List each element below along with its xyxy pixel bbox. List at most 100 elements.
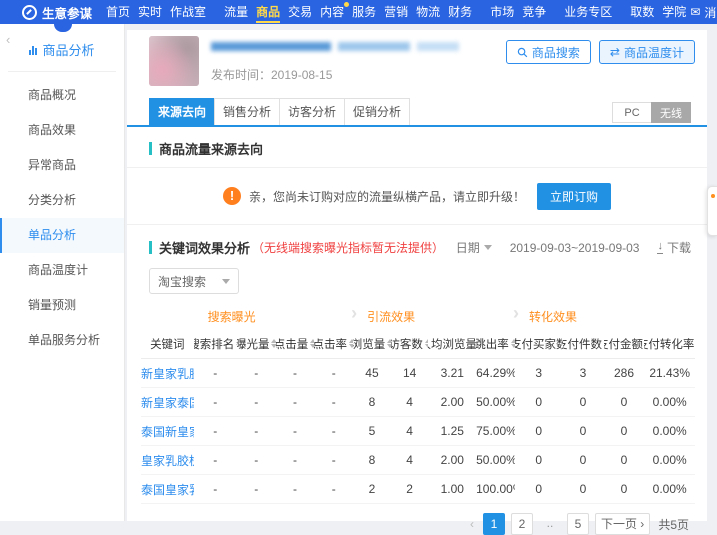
cell-paid-items: 0 — [579, 453, 587, 467]
product-thermometer-button[interactable]: ⇄ 商品温度计 — [598, 40, 695, 64]
nav-item-label: 服务 — [352, 5, 377, 19]
page-button[interactable]: 2 — [510, 513, 533, 535]
order-now-button[interactable]: 立即订购 — [537, 182, 612, 210]
keyword-link[interactable]: 皇家乳胶枕 — [141, 452, 194, 469]
sidebar-item[interactable]: 单品服务分析 — [0, 323, 124, 358]
section-marker — [149, 241, 152, 254]
message-button[interactable]: ✉ 消息 — [690, 4, 717, 21]
nav-item-label: 市场 — [490, 5, 515, 19]
keyword-link[interactable]: 新皇家泰国乳 — [141, 394, 194, 411]
cell-search-rank: - — [213, 482, 218, 496]
column-header[interactable]: 点击率 — [314, 336, 354, 352]
column-header[interactable]: 曝光量 — [237, 336, 276, 352]
nav-item[interactable]: 财务 — [444, 0, 476, 24]
cell-paid-items: 0 — [579, 424, 587, 438]
column-header-label: 人均浏览量 — [428, 338, 477, 351]
tab-label: 来源去向 — [157, 105, 206, 119]
nav-item[interactable]: 作战室 — [166, 0, 210, 24]
cell-pageviews: 8 — [368, 395, 376, 409]
column-header[interactable]: 支付金额 — [604, 336, 645, 352]
analysis-tab[interactable]: 销售分析 — [214, 98, 280, 125]
keyword-section-title: 关键词效果分析 — [159, 241, 251, 256]
analysis-tab[interactable]: 访客分析 — [279, 98, 345, 125]
nav-item[interactable]: 流量 — [220, 0, 252, 24]
sidebar-item[interactable]: 单品分析 — [0, 218, 124, 253]
page-button[interactable]: 1 — [482, 513, 505, 535]
nav-item[interactable]: 学院 — [658, 0, 690, 24]
cell-bounce-rate: 50.00% — [476, 453, 515, 467]
download-link[interactable]: ↓ 下载 — [657, 239, 691, 256]
column-header[interactable]: 搜索排名 — [194, 336, 237, 352]
cell-clicks: - — [292, 395, 297, 409]
cell-bounce-rate: 75.00% — [476, 424, 515, 438]
sidebar-item[interactable]: 商品温度计 — [0, 253, 124, 288]
search-icon — [517, 47, 528, 57]
nav-item[interactable]: 首页 — [102, 0, 134, 24]
column-header-label: 曝光量 — [236, 338, 270, 351]
channel-select[interactable]: 淘宝搜索 — [149, 268, 239, 294]
column-header[interactable]: 点击量 — [276, 336, 315, 352]
cell-impressions: - — [254, 424, 259, 438]
nav-item[interactable]: 内容 — [316, 0, 350, 24]
cell-paid-buyers: 0 — [535, 395, 543, 409]
nav-item[interactable]: 业务专区 — [560, 0, 616, 24]
analysis-tab[interactable]: 促销分析 — [344, 98, 410, 125]
cell-impressions: - — [254, 366, 259, 380]
collapse-left-icon[interactable]: ‹ — [6, 32, 10, 47]
nav-item[interactable]: 市场 — [486, 0, 518, 24]
cell-paid-amount: 286 — [613, 366, 634, 380]
column-header-label: 支付转化率 — [644, 338, 695, 351]
column-group-label: 引流效果 — [367, 310, 416, 324]
column-header[interactable]: 支付转化率 — [644, 336, 694, 352]
prev-page-button[interactable]: ‹ — [467, 517, 477, 531]
column-header[interactable]: 跳出率 — [476, 336, 515, 352]
keyword-link[interactable]: 泰国新皇家乳 — [141, 423, 194, 440]
nav-item[interactable]: 取数 — [626, 0, 658, 24]
product-title-redacted[interactable] — [211, 42, 461, 51]
sidebar-item[interactable]: 销量预测 — [0, 288, 124, 323]
device-toggle-button[interactable]: 无线 — [651, 102, 691, 123]
floating-widget[interactable] — [707, 186, 717, 236]
page-button-label: 1 — [490, 517, 498, 531]
brand[interactable]: 生意参谋 — [22, 3, 92, 22]
column-header-label: 浏览量 — [353, 338, 386, 351]
column-header[interactable]: 支付买家数 — [515, 336, 563, 352]
sidebar-item[interactable]: 分类分析 — [0, 183, 124, 218]
product-search-button[interactable]: 商品搜索 — [505, 40, 591, 64]
tab-label: 促销分析 — [352, 105, 401, 119]
nav-item[interactable]: 交易 — [284, 0, 316, 24]
device-toggle-button[interactable]: PC — [612, 102, 652, 123]
nav-item[interactable]: 实时 — [134, 0, 166, 24]
nav-item[interactable]: 物流 — [412, 0, 444, 24]
date-filter[interactable]: 日期 — [456, 239, 492, 256]
sidebar-item[interactable]: 异常商品 — [0, 148, 124, 183]
sidebar-item[interactable]: 商品概况 — [0, 78, 124, 113]
cell-paid-amount: 0 — [620, 395, 628, 409]
column-header[interactable]: 支付件数 — [563, 336, 604, 352]
analysis-tab[interactable]: 来源去向 — [149, 98, 215, 125]
column-header[interactable]: 访客数 — [391, 336, 429, 352]
column-header[interactable]: 关键词 — [141, 336, 194, 352]
table-header-row: 关键词 搜索排名 曝光量 点击量 点击率 浏览量 访客数 均浏览量 跳出率 支付… — [141, 329, 695, 359]
channel-select-value: 淘宝搜索 — [158, 274, 207, 289]
nav-item-label: 交易 — [288, 5, 313, 19]
column-header-label: 点击量 — [275, 338, 309, 351]
next-page-button[interactable]: 下一页 › — [594, 513, 651, 535]
page-button[interactable]: 5 — [566, 513, 589, 535]
column-header[interactable]: 浏览量 — [353, 336, 391, 352]
keyword-link[interactable]: 泰国皇家乳胶 — [141, 481, 194, 498]
column-header[interactable]: 人均浏览量 — [428, 336, 476, 352]
table-row: 泰国新皇家乳 - - - - 5 4 1.25 75.00% 0 0 0 0.0… — [141, 417, 695, 446]
cell-paid-buyers: 0 — [535, 424, 543, 438]
nav-item[interactable]: 营销 — [380, 0, 412, 24]
cell-clicks: - — [292, 366, 297, 380]
sidebar-item[interactable]: 商品效果 — [0, 113, 124, 148]
keyword-section-note: （无线端搜索曝光指标暂无法提供） — [252, 241, 445, 255]
sidebar-item-label: 单品服务分析 — [28, 333, 101, 347]
nav-item[interactable]: 服务 — [348, 0, 380, 24]
nav-item[interactable]: 商品 — [252, 0, 284, 24]
page-button[interactable]: .. — [539, 513, 561, 535]
nav-item[interactable]: 竞争 — [518, 0, 550, 24]
keyword-link[interactable]: 新皇家乳胶枕 — [141, 365, 194, 382]
column-group-label: 搜索曝光 — [207, 310, 256, 324]
